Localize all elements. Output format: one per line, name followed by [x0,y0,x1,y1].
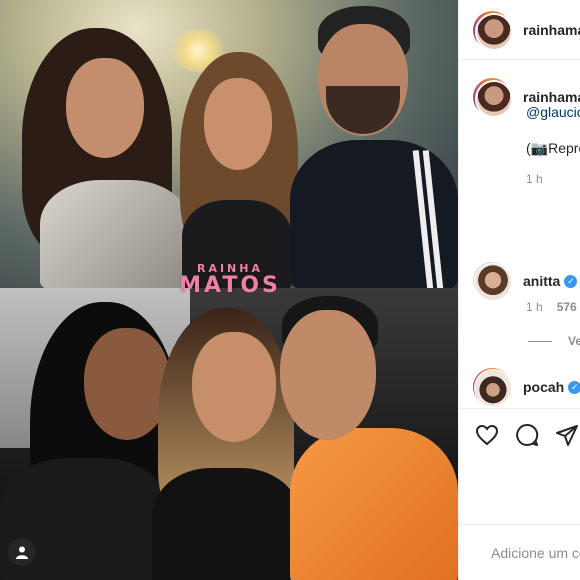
user-tag-icon [16,546,28,559]
add-comment-bar [459,524,580,580]
comment-icon[interactable] [515,423,539,447]
photo-bottom [0,288,458,580]
comment-avatar[interactable] [473,262,512,301]
caption-mention[interactable]: @glaucio [526,104,580,120]
comment-item: pocah ✓ [473,368,580,407]
person-center-face [192,332,276,442]
heart-icon[interactable] [475,423,499,447]
verified-badge-icon: ✓ [564,274,578,288]
comment-time: 1 h [526,300,543,314]
watermark: RAINHA MATOS [165,262,295,297]
post-header: rainhamatos [459,0,580,60]
post-sidebar: rainhamatos rainhamatos @glaucio (📷Repro… [458,0,580,580]
caption-time-row: 1 h [526,172,543,186]
comment-username[interactable]: pocah [523,379,564,395]
author-avatar[interactable] [473,10,513,51]
replies-divider [528,340,552,342]
view-replies-row[interactable]: Ver [528,334,580,348]
beard [326,86,400,134]
caption-username[interactable]: rainhamatos [523,89,580,105]
caption-mention-row: @glaucio [526,104,580,120]
verified-badge-icon: ✓ [568,380,580,394]
comment-input[interactable] [491,544,580,561]
comment-username[interactable]: anitta [523,273,560,289]
comment-avatar[interactable] [473,368,512,407]
post-image[interactable]: RAINHA MATOS [0,0,458,580]
photo-top [0,0,458,288]
caption-time: 1 h [526,172,543,186]
comment-item: anitta ✓ [473,262,578,301]
share-icon[interactable] [555,423,579,447]
caption-text: (📷Reprodu [526,140,580,156]
view-replies-link[interactable]: Ver [568,334,580,348]
post-actions [459,408,580,460]
caption-avatar[interactable] [473,78,513,118]
comment-likes[interactable]: 576 c [557,300,580,314]
comment-meta: 1 h 576 c [526,300,580,314]
tagged-users-button[interactable] [8,538,36,566]
caption-text-row: (📷Reprodu [526,140,580,157]
author-username[interactable]: rainhamatos [523,22,580,38]
person-right-body [290,428,458,580]
person-center-body [152,468,300,580]
person-center-face [204,78,272,170]
person-left-face [66,58,144,158]
watermark-line2: MATOS [179,273,281,298]
person-right-face [280,310,376,440]
